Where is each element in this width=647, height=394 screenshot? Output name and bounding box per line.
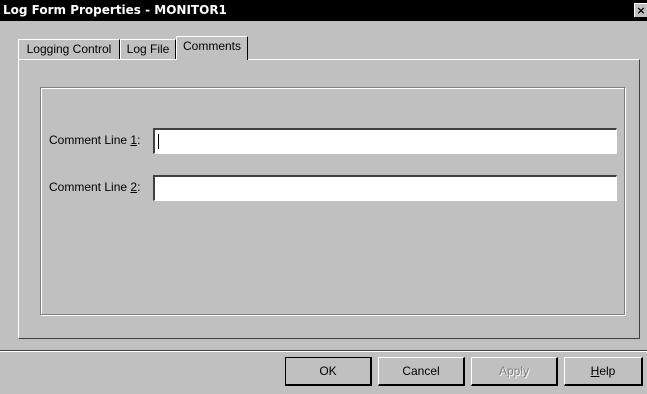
tab-logging-control[interactable]: Logging Control — [18, 39, 120, 59]
button-area-separator — [0, 350, 647, 352]
cancel-label: Cancel — [402, 364, 440, 378]
text-caret — [158, 134, 159, 149]
help-label: Help — [591, 364, 616, 378]
window-title: Log Form Properties - MONITOR1 — [3, 3, 227, 17]
label-suffix: : — [137, 180, 141, 194]
tab-log-file[interactable]: Log File — [120, 39, 176, 59]
tab-label: Logging Control — [26, 42, 112, 56]
comment-line-2-label: Comment Line 2: — [49, 180, 140, 194]
label-prefix: Comment Line — [49, 180, 131, 194]
ok-label: OK — [319, 364, 337, 378]
comment-line-1-field[interactable] — [153, 128, 617, 154]
tab-label: Comments — [182, 39, 241, 53]
apply-button[interactable]: Apply — [471, 357, 558, 386]
tab-comments[interactable]: Comments — [176, 36, 248, 60]
title-bar: Log Form Properties - MONITOR1 × — [0, 0, 647, 21]
tab-label: Log File — [126, 42, 170, 56]
comment-line-1-label: Comment Line 1: — [49, 133, 140, 147]
close-icon[interactable]: × — [634, 3, 647, 17]
ok-button[interactable]: OK — [285, 357, 372, 386]
label-prefix: Comment Line — [49, 133, 131, 147]
label-suffix: : — [137, 133, 141, 147]
comment-line-2-field[interactable] — [153, 175, 617, 201]
cancel-button[interactable]: Cancel — [378, 357, 465, 386]
help-label-rest: elp — [599, 364, 616, 378]
help-button[interactable]: Help — [564, 357, 643, 386]
apply-label: Apply — [498, 364, 530, 378]
comments-group — [40, 87, 625, 315]
